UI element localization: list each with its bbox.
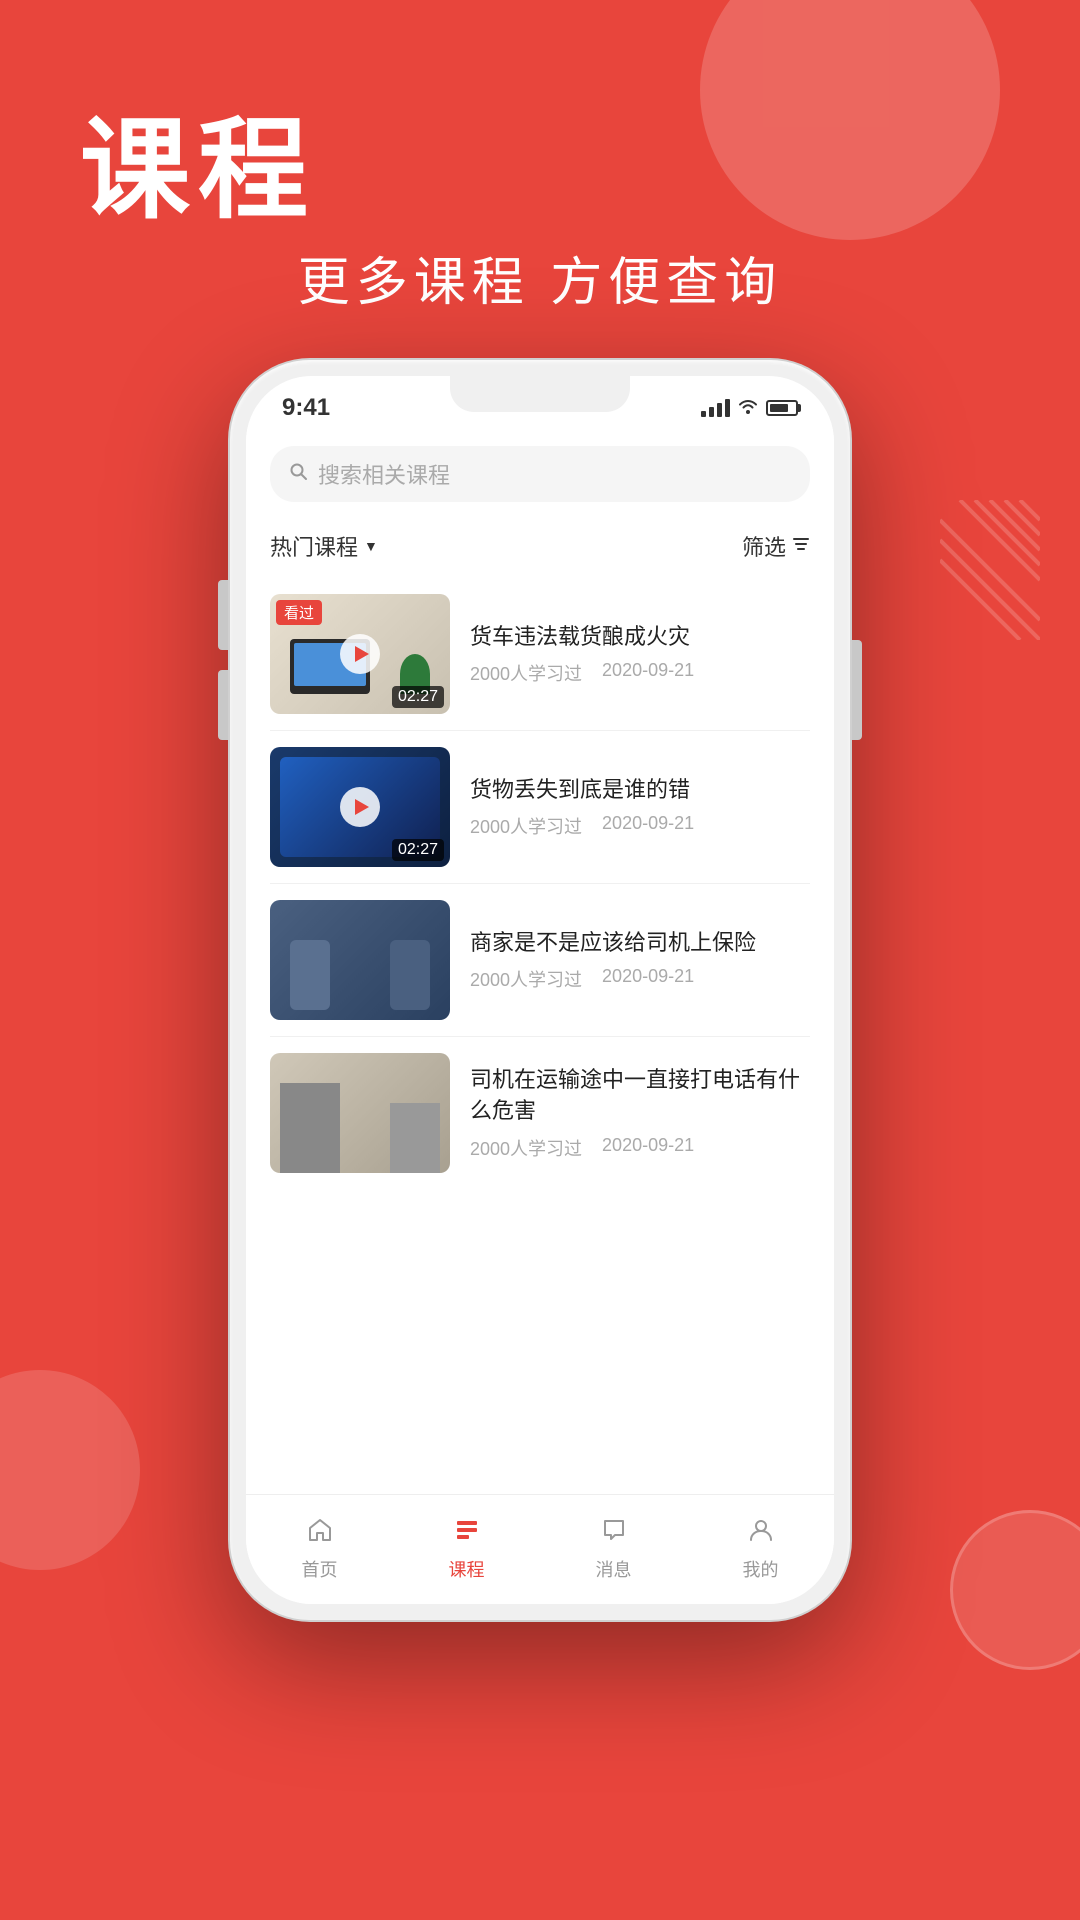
phone-screen: 9:41 [246,376,834,1604]
status-icons [701,397,798,420]
course-title-2: 货物丢失到底是谁的错 [470,775,810,806]
course-learners-1: 2000人学习过 [470,660,582,686]
course-list: 看过 02:27 货车违法载货酿成火灾 2000人学习过 2020-09-21 [246,578,834,1494]
tab-messages[interactable]: 消息 [576,1509,652,1590]
list-item[interactable]: 看过 02:27 货车违法载货酿成火灾 2000人学习过 2020-09-21 [270,578,810,731]
course-meta-4: 2000人学习过 2020-09-21 [470,1135,810,1161]
course-learners-4: 2000人学习过 [470,1135,582,1161]
hot-courses-label: 热门课程 [270,530,358,562]
filter-label: 筛选 [742,530,786,562]
course-thumbnail-2: 02:27 [270,747,450,867]
phone-mockup: 9:41 [230,360,850,1620]
course-info-3: 商家是不是应该给司机上保险 2000人学习过 2020-09-21 [470,928,810,993]
tab-courses[interactable]: 课程 [429,1509,505,1590]
list-item[interactable]: 司机在运输途中一直接打电话有什么危害 2000人学习过 2020-09-21 [270,1037,810,1189]
phone-notch [450,376,630,412]
play-button-2[interactable] [340,787,380,827]
tab-messages-label: 消息 [596,1556,632,1582]
search-bar[interactable]: 搜索相关课程 [270,446,810,502]
course-meta-1: 2000人学习过 2020-09-21 [470,660,810,686]
course-learners-2: 2000人学习过 [470,813,582,839]
course-date-3: 2020-09-21 [602,966,694,992]
duration-badge-1: 02:27 [392,686,444,708]
filter-icon [792,533,810,559]
tab-courses-label: 课程 [449,1556,485,1582]
wifi-icon [738,397,758,420]
phone-outer-shell: 9:41 [230,360,850,1620]
page-title: 课程 [80,80,316,240]
course-title-3: 商家是不是应该给司机上保险 [470,928,810,959]
status-time: 9:41 [282,394,330,422]
profile-icon [748,1517,774,1550]
bg-decoration-circle-bottom-right [950,1510,1080,1670]
course-thumbnail-4 [270,1053,450,1173]
filter-bar: 热门课程 ▼ 筛选 [246,518,834,578]
filter-button[interactable]: 筛选 [742,530,810,562]
course-info-4: 司机在运输途中一直接打电话有什么危害 2000人学习过 2020-09-21 [470,1065,810,1161]
course-learners-3: 2000人学习过 [470,966,582,992]
messages-icon [601,1517,627,1550]
course-thumbnail-1: 看过 02:27 [270,594,450,714]
course-date-1: 2020-09-21 [602,660,694,686]
watched-badge-1: 看过 [276,600,322,625]
course-title-1: 货车违法载货酿成火灾 [470,622,810,653]
tab-bar: 首页 课程 [246,1494,834,1604]
course-meta-2: 2000人学习过 2020-09-21 [470,813,810,839]
search-placeholder-text: 搜索相关课程 [318,458,450,490]
bg-decoration-circle-top [700,0,1000,240]
tab-home[interactable]: 首页 [282,1509,358,1590]
tab-profile-label: 我的 [743,1556,779,1582]
courses-icon [454,1517,480,1550]
course-date-2: 2020-09-21 [602,813,694,839]
list-item[interactable]: 02:27 货物丢失到底是谁的错 2000人学习过 2020-09-21 [270,731,810,884]
course-title-4: 司机在运输途中一直接打电话有什么危害 [470,1065,810,1127]
course-thumbnail-3 [270,900,450,1020]
course-info-2: 货物丢失到底是谁的错 2000人学习过 2020-09-21 [470,775,810,840]
bg-decoration-circle-bottom-left [0,1370,140,1570]
signal-icon [701,399,730,417]
battery-icon [766,400,798,416]
course-info-1: 货车违法载货酿成火灾 2000人学习过 2020-09-21 [470,622,810,687]
tab-profile[interactable]: 我的 [723,1509,799,1590]
course-date-4: 2020-09-21 [602,1135,694,1161]
hot-courses-dropdown[interactable]: 热门课程 ▼ [270,530,378,562]
list-item[interactable]: 商家是不是应该给司机上保险 2000人学习过 2020-09-21 [270,884,810,1037]
tab-home-label: 首页 [302,1556,338,1582]
page-subtitle: 更多课程 方便查询 [0,240,1080,315]
dropdown-arrow-icon: ▼ [364,538,378,554]
play-button-1[interactable] [340,634,380,674]
duration-badge-2: 02:27 [392,839,444,861]
bg-decoration-lines [940,500,1040,640]
course-meta-3: 2000人学习过 2020-09-21 [470,966,810,992]
search-container: 搜索相关课程 [246,430,834,518]
search-icon [290,463,308,486]
home-icon [307,1517,333,1550]
